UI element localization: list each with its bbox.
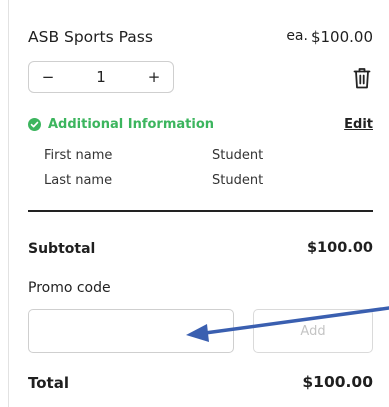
promo-code-input[interactable] bbox=[28, 309, 234, 353]
subtotal-value: $100.00 bbox=[306, 240, 373, 256]
item-name: ASB Sports Pass bbox=[28, 28, 153, 46]
last-name-label: Last name bbox=[44, 173, 113, 188]
check-circle-icon bbox=[28, 118, 41, 131]
item-price: ea. $100.00 bbox=[286, 28, 373, 46]
edit-link[interactable]: Edit bbox=[344, 117, 373, 132]
total-value: $100.00 bbox=[302, 373, 373, 391]
increment-button[interactable]: + bbox=[147, 68, 161, 86]
last-name-value: Student bbox=[212, 173, 264, 188]
first-name-value: Student bbox=[212, 148, 264, 163]
promo-code-label: Promo code bbox=[28, 280, 111, 296]
trash-icon[interactable] bbox=[353, 67, 371, 89]
total-label: Total bbox=[28, 374, 69, 392]
section-divider bbox=[28, 210, 373, 212]
first-name-label: First name bbox=[44, 148, 113, 163]
price-prefix: ea. bbox=[286, 28, 308, 44]
panel-left-border bbox=[8, 0, 9, 407]
quantity-value[interactable]: 1 bbox=[96, 68, 106, 86]
decrement-button[interactable]: − bbox=[41, 68, 55, 86]
subtotal-label: Subtotal bbox=[28, 241, 96, 257]
additional-info-header: Additional Information bbox=[28, 117, 214, 132]
quantity-stepper: − 1 + bbox=[28, 61, 174, 93]
price-value: $100.00 bbox=[310, 28, 373, 46]
add-promo-button[interactable]: Add bbox=[253, 309, 373, 353]
additional-info-label: Additional Information bbox=[48, 117, 215, 132]
